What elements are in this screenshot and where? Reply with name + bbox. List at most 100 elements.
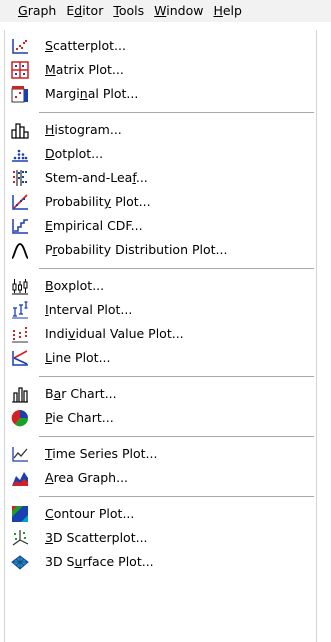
menu-item-label: Probability Plot... (45, 190, 151, 214)
label-post: ie Chart... (52, 410, 114, 425)
3d-surface-plot-icon (11, 553, 29, 571)
menu-item-label: Individual Value Plot... (45, 322, 184, 346)
label-pre: Indi (45, 326, 69, 341)
label-mnemonic: M (45, 62, 56, 77)
label-post: mpirical CDF... (52, 218, 143, 233)
label-post: ine Plot... (51, 350, 111, 365)
menu-help-post: elp (222, 3, 242, 18)
menu-item-matrix-plot[interactable]: Matrix Plot... (5, 58, 316, 82)
menu-item-label: 3D Surface Plot... (45, 550, 154, 574)
menu-item-3d-scatterplot[interactable]: 3D Scatterplot... (5, 526, 316, 550)
menu-item-probability-distribution-plot[interactable]: Probability Distribution Plot... (5, 238, 316, 262)
matrix-plot-icon (11, 61, 29, 79)
menu-item-interval-plot[interactable]: Interval Plot... (5, 298, 316, 322)
marginal-plot-icon (11, 85, 29, 103)
menu-item-marginal-plot[interactable]: Marginal Plot... (5, 82, 316, 106)
label-mnemonic: L (45, 350, 52, 365)
menu-item-label: 3D Scatterplot... (45, 526, 148, 550)
menu-item-3d-surface-plot[interactable]: 3D Surface Plot... (5, 550, 316, 574)
label-mnemonic: 3 (45, 530, 53, 545)
pie-chart-icon (11, 409, 29, 427)
menu-item-scatterplot[interactable]: Scatterplot... (5, 34, 316, 58)
label-pre: 3D S (45, 554, 75, 569)
scatterplot-icon (11, 37, 29, 55)
menu-item-histogram[interactable]: Histogram... (5, 118, 316, 142)
menu-item-label: Interval Plot... (45, 298, 132, 322)
menu-item-area-graph[interactable]: Area Graph... (5, 466, 316, 490)
menu-item-label: Marginal Plot... (45, 82, 138, 106)
menu-editor[interactable]: Editor (61, 0, 108, 22)
label-post: catterplot... (52, 38, 126, 53)
label-mnemonic: E (45, 218, 53, 233)
label-post: otplot... (54, 146, 104, 161)
label-post: obability Distribution Plot... (57, 242, 228, 257)
menu-item-label: Area Graph... (45, 466, 128, 490)
label-post: Plot... (111, 194, 151, 209)
menu-item-label: Line Plot... (45, 346, 111, 370)
dotplot-icon (11, 145, 29, 163)
label-post: nterval Plot... (48, 302, 133, 317)
graph-dropdown-menu: Scatterplot... Matrix Plot... Marginal P… (4, 30, 317, 642)
menu-item-stem-and-leaf[interactable]: Stem-and-Leaf... (5, 166, 316, 190)
menu-item-line-plot[interactable]: Line Plot... (5, 346, 316, 370)
label-post: ontour Plot... (53, 506, 135, 521)
label-post: ime Series Plot... (52, 446, 158, 461)
menu-window[interactable]: Window (149, 0, 208, 22)
menu-tools-post: ools (118, 3, 145, 18)
menu-item-label: Probability Distribution Plot... (45, 238, 227, 262)
menu-item-boxplot[interactable]: Boxplot... (5, 274, 316, 298)
time-series-icon (11, 445, 29, 463)
menu-graph[interactable]: Graph (13, 0, 61, 22)
menu-item-bar-chart[interactable]: Bar Chart... (5, 382, 316, 406)
menu-item-label: Time Series Plot... (45, 442, 157, 466)
menu-item-individual-value-plot[interactable]: Individual Value Plot... (5, 322, 316, 346)
label-post: D Scatterplot... (52, 530, 148, 545)
label-pre: B (45, 386, 54, 401)
label-post: r Chart... (61, 386, 117, 401)
label-pre: Probabilit (45, 194, 104, 209)
menu-window-mnemonic: W (154, 3, 167, 18)
label-post: rface Plot... (82, 554, 154, 569)
label-post: istogram... (54, 122, 122, 137)
label-mnemonic: y (103, 194, 112, 209)
menu-item-probability-plot[interactable]: Probability Plot... (5, 190, 316, 214)
label-post: al Plot... (87, 86, 139, 101)
menu-item-time-series-plot[interactable]: Time Series Plot... (5, 442, 316, 466)
label-post: atrix Plot... (55, 62, 124, 77)
interval-plot-icon (11, 301, 29, 319)
label-post: ... (135, 170, 148, 185)
menu-item-contour-plot[interactable]: Contour Plot... (5, 502, 316, 526)
probability-plot-icon (11, 193, 29, 211)
menu-window-post: indow (166, 3, 204, 18)
menu-separator (39, 268, 314, 270)
menu-item-pie-chart[interactable]: Pie Chart... (5, 406, 316, 430)
menu-item-label: Pie Chart... (45, 406, 114, 430)
menu-bar: Graph Editor Tools Window Help (0, 0, 331, 22)
menu-help[interactable]: Help (208, 0, 247, 22)
menu-help-mnemonic: H (213, 3, 223, 18)
label-mnemonic: H (45, 122, 55, 137)
histogram-icon (11, 121, 29, 139)
menu-item-empirical-cdf[interactable]: Empirical CDF... (5, 214, 316, 238)
3d-scatterplot-icon (11, 529, 29, 547)
area-graph-icon (11, 469, 29, 487)
label-post: rea Graph... (53, 470, 129, 485)
label-mnemonic: A (45, 470, 54, 485)
menu-separator (39, 436, 314, 438)
menu-item-label: Contour Plot... (45, 502, 134, 526)
distribution-curve-icon (11, 241, 29, 259)
label-mnemonic: D (45, 146, 55, 161)
menu-tools[interactable]: Tools (108, 0, 149, 22)
label-mnemonic: B (45, 278, 54, 293)
menu-graph-mnemonic: G (18, 3, 28, 18)
menu-editor-mnemonic: d (74, 3, 83, 18)
menu-editor-post: itor (82, 3, 104, 18)
label-pre: Margi (45, 86, 80, 101)
menu-separator (39, 376, 314, 378)
menu-item-dotplot[interactable]: Dotplot... (5, 142, 316, 166)
label-post: idual Value Plot... (75, 326, 184, 341)
menu-item-label: Dotplot... (45, 142, 103, 166)
menu-graph-post: raph (27, 3, 57, 18)
menu-item-label: Bar Chart... (45, 382, 117, 406)
stem-and-leaf-icon (11, 169, 29, 187)
